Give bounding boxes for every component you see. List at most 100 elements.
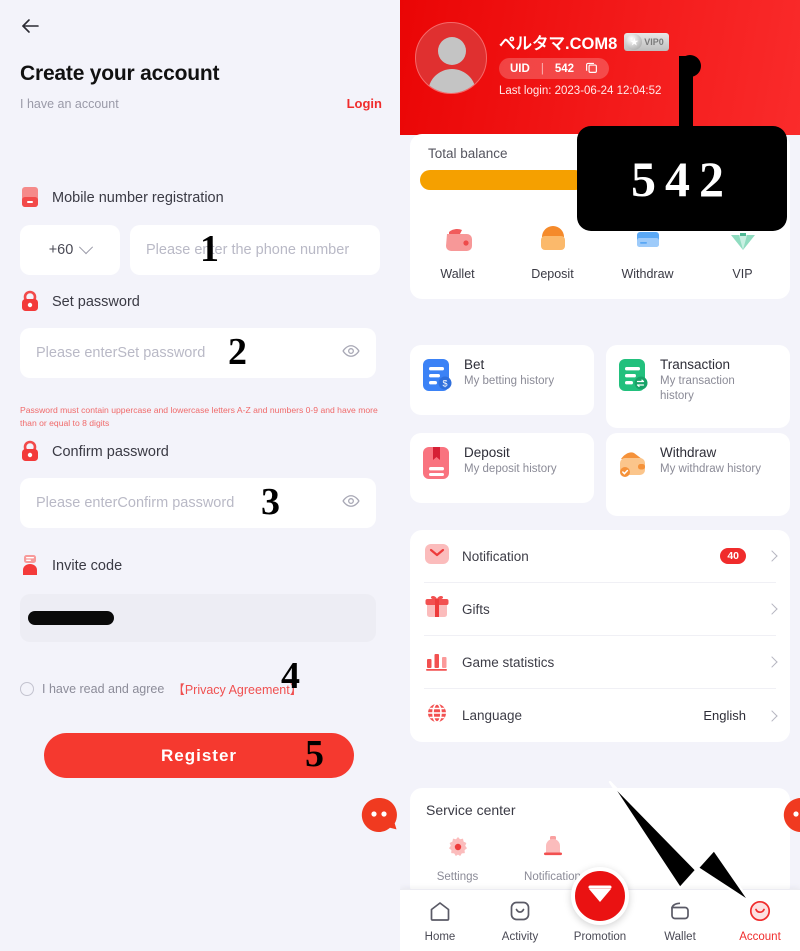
svg-text:$: $ xyxy=(442,379,447,389)
service-center-title: Service center xyxy=(426,802,516,818)
uid-value: 542 xyxy=(554,62,574,75)
chevron-right-icon xyxy=(766,656,778,668)
copy-icon[interactable] xyxy=(585,61,598,77)
deposit-icon xyxy=(536,224,570,261)
menu-item-label: Language xyxy=(462,708,523,723)
history-card-subtitle: My deposit history xyxy=(464,462,557,475)
confirm-password-input[interactable]: Please enterConfirm password xyxy=(20,478,376,528)
history-card-deposit[interactable]: Deposit My deposit history xyxy=(410,433,594,503)
history-card-withdraw[interactable]: Withdraw My withdraw history xyxy=(606,433,790,516)
agree-text: I have read and agree xyxy=(42,681,165,696)
lock-icon xyxy=(20,440,42,464)
wallet-action-vip[interactable]: VIP xyxy=(707,224,779,281)
wallet-actions-row: Wallet Deposit Withdraw VIP xyxy=(410,224,790,281)
nav-item-activity[interactable]: Activity xyxy=(480,899,560,943)
wallet-icon xyxy=(441,224,475,261)
username-row: ペルタマ.COM8 ★ VIP0 xyxy=(499,30,669,54)
wallet-action-label: Deposit xyxy=(531,267,574,281)
promotion-fab-label: Promotion xyxy=(573,931,627,943)
eye-toggle-icon[interactable] xyxy=(342,342,360,364)
nav-item-label: Wallet xyxy=(664,930,696,943)
history-card-title: Bet xyxy=(464,357,485,372)
avatar-body xyxy=(428,69,476,93)
home-icon xyxy=(428,899,452,928)
account-menu-card: Notification 40 Gifts Game statistics La… xyxy=(410,530,790,742)
chevron-right-icon xyxy=(766,709,778,722)
menu-item-label: Game statistics xyxy=(462,654,555,670)
history-card-text: Transaction My transaction history xyxy=(660,357,770,404)
mobile-phone-icon xyxy=(20,186,42,210)
step-number-2: 2 xyxy=(228,331,247,373)
history-card-title: Withdraw xyxy=(660,445,717,460)
globe-icon xyxy=(424,700,450,731)
step-number-4: 4 xyxy=(281,655,300,697)
menu-item-game-statistics[interactable]: Game statistics xyxy=(424,636,778,689)
history-card-title: Transaction xyxy=(660,357,731,372)
wallet-action-label: Withdraw xyxy=(621,267,674,281)
phone-placeholder: Please enter the phone number xyxy=(146,242,350,258)
step-number-3: 3 xyxy=(261,481,280,523)
privacy-agree-row: I have read and agree 【Privacy Agreement… xyxy=(20,679,302,698)
menu-item-label: Gifts xyxy=(462,601,490,617)
vip-badge[interactable]: ★ VIP0 xyxy=(624,33,669,51)
agree-checkbox[interactable] xyxy=(20,681,34,696)
menu-item-language[interactable]: Language English xyxy=(424,689,778,742)
last-login-text: Last login: 2023-06-24 12:04:52 xyxy=(499,85,662,97)
history-card-text: Bet My betting history xyxy=(464,357,554,389)
history-card-subtitle: My transaction history xyxy=(660,374,735,402)
history-card-subtitle: My withdraw history xyxy=(660,462,761,475)
wallet-action-wallet[interactable]: Wallet xyxy=(422,224,494,281)
gift-icon xyxy=(424,594,450,625)
customer-service-chat-icon[interactable] xyxy=(778,792,800,838)
back-arrow-icon[interactable] xyxy=(16,12,44,40)
uid-label: UID xyxy=(510,62,530,75)
transaction-document-icon xyxy=(616,357,650,398)
redaction-bar xyxy=(28,611,114,625)
history-card-title: Deposit xyxy=(464,445,510,460)
history-card-text: Withdraw My withdraw history xyxy=(660,445,761,477)
have-account-text: I have an account xyxy=(20,96,119,111)
nav-item-label: Account xyxy=(739,930,781,943)
wallet-action-deposit[interactable]: Deposit xyxy=(517,224,589,281)
history-card-transaction[interactable]: Transaction My transaction history xyxy=(606,345,790,428)
service-item-settings[interactable]: Settings xyxy=(410,834,505,883)
composite-screenshot: Create your account I have an account Lo… xyxy=(0,0,800,951)
set-password-placeholder: Please enterSet password xyxy=(36,345,206,361)
language-value: English xyxy=(703,708,746,723)
nav-item-home[interactable]: Home xyxy=(400,899,480,943)
withdraw-wallet-icon xyxy=(616,445,650,486)
menu-item-gifts[interactable]: Gifts xyxy=(424,583,778,636)
gear-icon xyxy=(445,834,471,865)
avatar[interactable] xyxy=(415,22,487,94)
customer-service-chat-icon[interactable] xyxy=(356,792,400,838)
set-password-input[interactable]: Please enterSet password xyxy=(20,328,376,378)
phone-input[interactable]: Please enter the phone number xyxy=(130,225,380,275)
login-link[interactable]: Login xyxy=(347,96,382,111)
history-card-subtitle: My betting history xyxy=(464,374,555,387)
avatar-head xyxy=(438,37,466,65)
lock-icon xyxy=(20,290,42,314)
country-code-select[interactable]: +60 xyxy=(20,225,120,275)
menu-item-label: Notification xyxy=(462,548,529,564)
notification-badge: 40 xyxy=(720,548,746,564)
callout-stem-cap xyxy=(679,56,693,58)
envelope-icon xyxy=(424,541,450,572)
menu-item-notification[interactable]: Notification 40 xyxy=(424,530,778,583)
password-hint: Password must contain uppercase and lowe… xyxy=(20,405,378,428)
set-password-header: Set password xyxy=(20,290,140,314)
invite-code-input[interactable] xyxy=(20,594,376,642)
eye-toggle-icon[interactable] xyxy=(342,492,360,514)
vip-level-label: VIP0 xyxy=(644,37,664,47)
confirm-password-header: Confirm password xyxy=(20,440,169,464)
chevron-right-icon xyxy=(766,550,778,562)
history-card-bet[interactable]: $ Bet My betting history xyxy=(410,345,594,415)
pointer-arrow-icon xyxy=(608,780,752,904)
wallet-action-withdraw[interactable]: Withdraw xyxy=(612,224,684,281)
deposit-document-icon xyxy=(420,445,454,486)
have-account-row: I have an account Login xyxy=(20,96,382,111)
wallet-action-label: VIP xyxy=(732,267,753,281)
uid-pill[interactable]: UID | 542 xyxy=(499,58,609,79)
callout-stem-v1 xyxy=(679,58,693,136)
nav-item-label: Activity xyxy=(501,930,539,943)
chevron-right-icon xyxy=(766,603,778,615)
